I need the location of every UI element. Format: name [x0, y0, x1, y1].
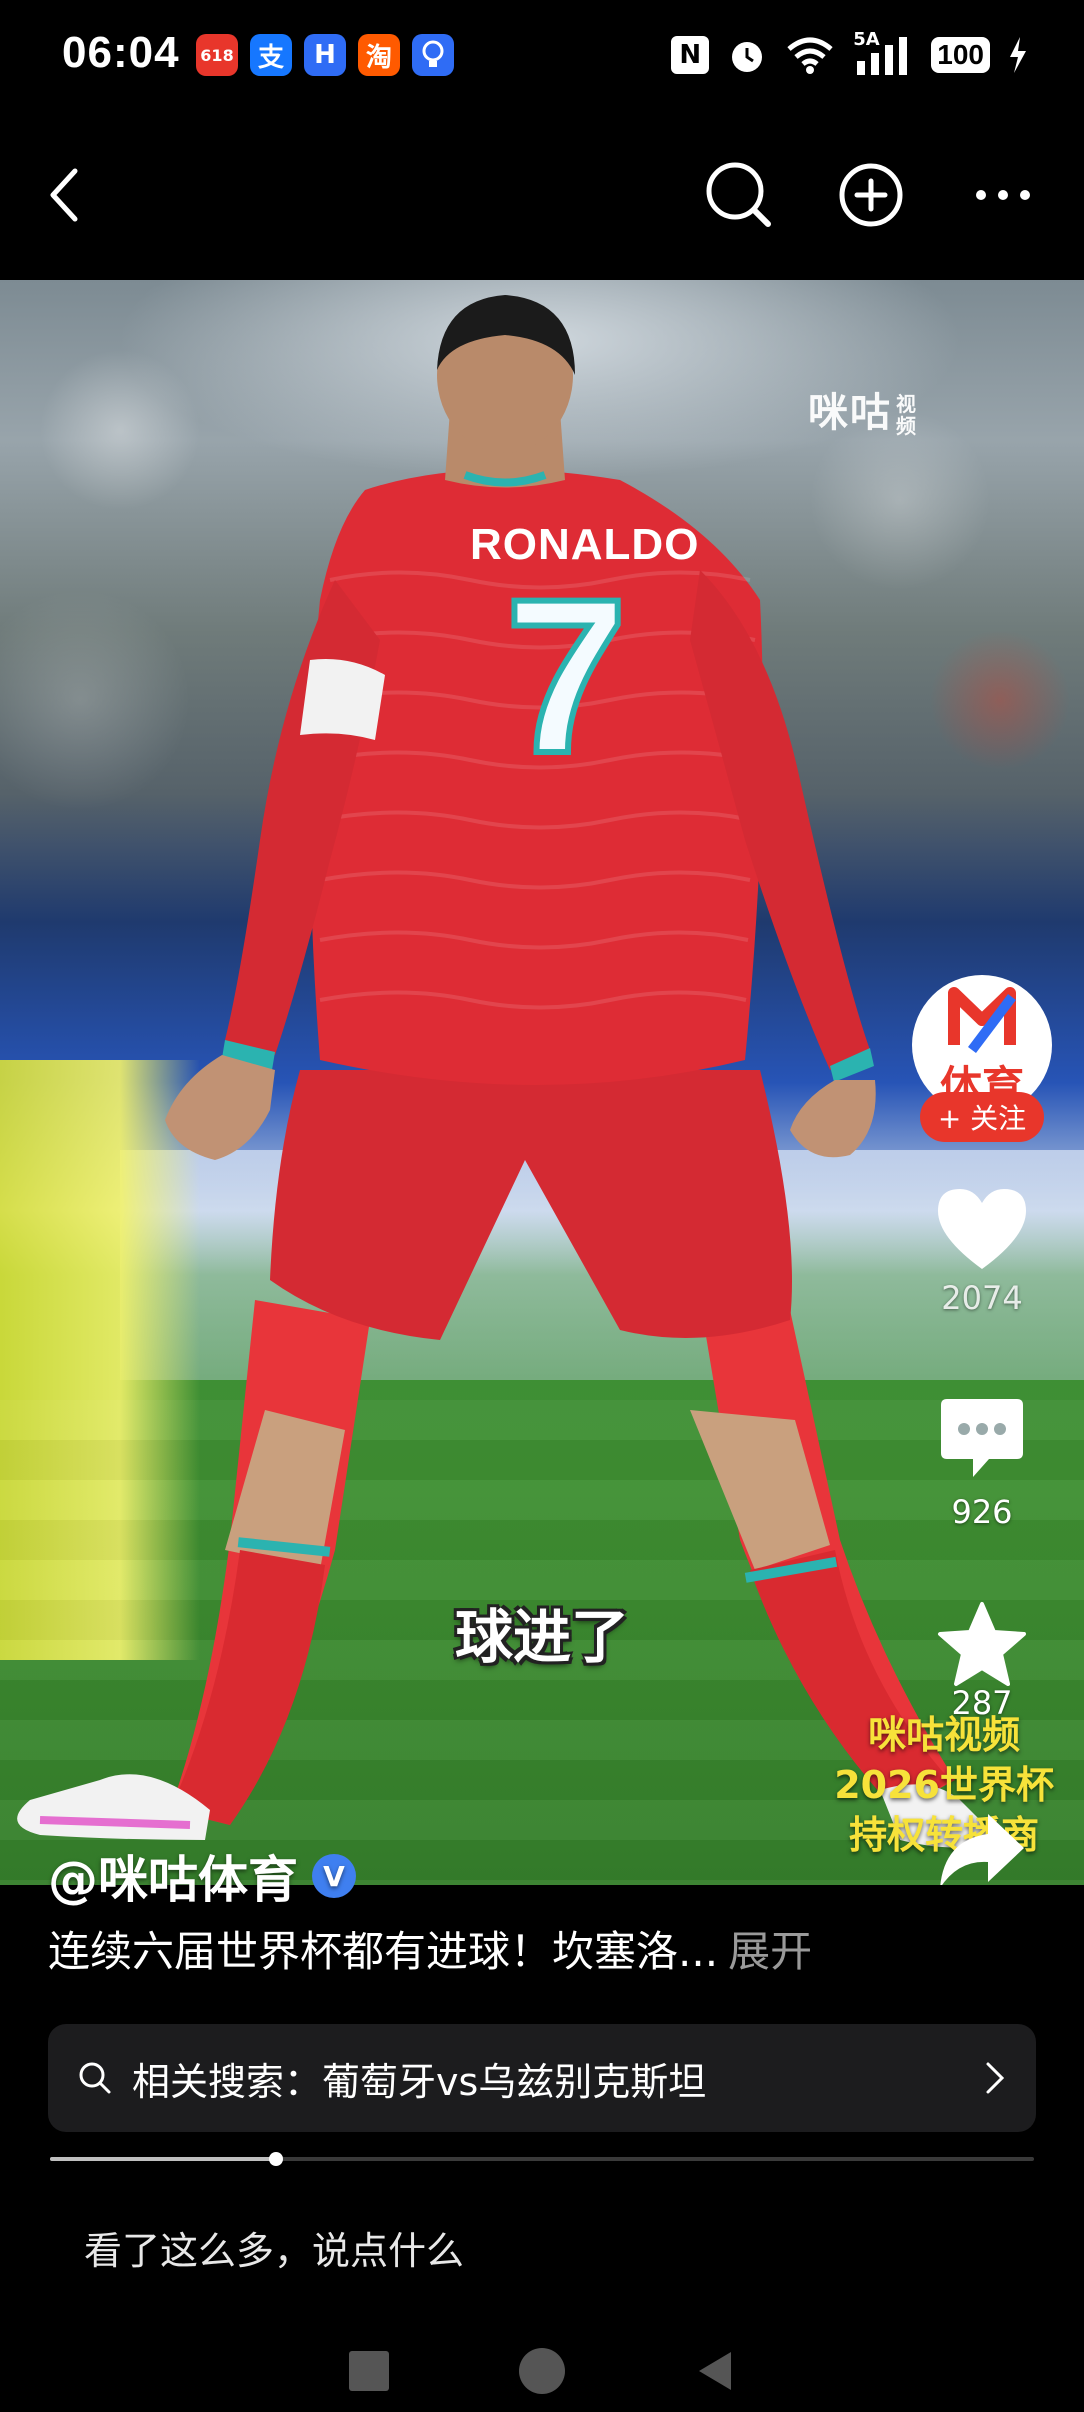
star-icon	[938, 1602, 1026, 1686]
description-text: 连续六届世界杯都有进球！坎塞洛...	[48, 1927, 719, 1976]
chevron-left-icon	[50, 168, 78, 222]
back-button[interactable]	[20, 150, 110, 240]
home-button[interactable]	[519, 2348, 565, 2394]
verified-badge: V	[312, 1854, 356, 1898]
more-icon	[976, 190, 1030, 200]
back-nav-button[interactable]	[695, 2348, 735, 2394]
comment-button[interactable]: 926	[912, 1395, 1052, 1531]
status-bar: 06:04 618 支 H 淘 N 5A 100	[0, 0, 1084, 110]
add-button[interactable]	[826, 150, 916, 240]
nfc-icon: N	[671, 36, 710, 74]
favorite-count: 287	[951, 1684, 1013, 1722]
like-button[interactable]: 2074	[912, 1185, 1052, 1317]
battery-indicator: 100	[931, 37, 990, 73]
expand-link[interactable]: 展开	[728, 1927, 812, 1976]
author-label: @咪咕体育	[48, 1851, 298, 1909]
taobao-icon: 淘	[358, 34, 400, 76]
plus-circle-icon	[839, 163, 903, 227]
system-icons: N 5A 100	[671, 29, 1028, 80]
favorite-button[interactable]: 287	[912, 1600, 1052, 1722]
clock: 06:04	[62, 28, 180, 77]
search-icon	[706, 162, 771, 227]
app-h-icon: H	[304, 34, 346, 76]
bulb-icon	[412, 34, 454, 76]
signal-icon	[857, 37, 908, 75]
related-search-bar[interactable]: 相关搜索：葡萄牙vs乌兹别克斯坦	[48, 2024, 1036, 2132]
system-navigation	[0, 2330, 1084, 2412]
watermark-sub: 视频	[896, 392, 918, 438]
video-description[interactable]: 连续六届世界杯都有进球！坎塞洛... 展开	[48, 1918, 812, 1979]
comment-count: 926	[951, 1493, 1013, 1531]
share-icon	[940, 1814, 1024, 1888]
top-navigation	[0, 110, 1084, 280]
recents-button[interactable]	[349, 2351, 389, 2391]
charging-icon	[1010, 37, 1026, 73]
comment-icon	[941, 1399, 1023, 1477]
progress-fill	[50, 2157, 277, 2161]
video-progress-bar[interactable]	[50, 2152, 1034, 2166]
like-count: 2074	[941, 1279, 1023, 1317]
comment-input[interactable]: 看了这么多，说点什么	[84, 2220, 464, 2275]
search-button[interactable]	[694, 150, 784, 240]
chevron-right-icon	[986, 2062, 1005, 2094]
follow-button[interactable]: + 关注	[920, 1092, 1044, 1142]
heart-icon	[938, 1189, 1026, 1269]
wifi-icon	[787, 37, 833, 74]
jersey-number: 7	[502, 550, 630, 802]
promo-line: 2026世界杯	[834, 1763, 1054, 1807]
related-search-text: 相关搜索：葡萄牙vs乌兹别克斯坦	[132, 2059, 707, 2104]
alarm-icon	[732, 42, 763, 72]
author-name[interactable]: @咪咕体育 V	[48, 1840, 356, 1912]
migu-watermark: 咪咕 视频	[808, 390, 918, 438]
alipay-icon: 支	[250, 34, 292, 76]
taobao-618-icon: 618	[196, 34, 238, 76]
more-button[interactable]	[958, 150, 1048, 240]
signal-indicator: 5A	[853, 29, 913, 77]
search-icon	[79, 2062, 111, 2094]
